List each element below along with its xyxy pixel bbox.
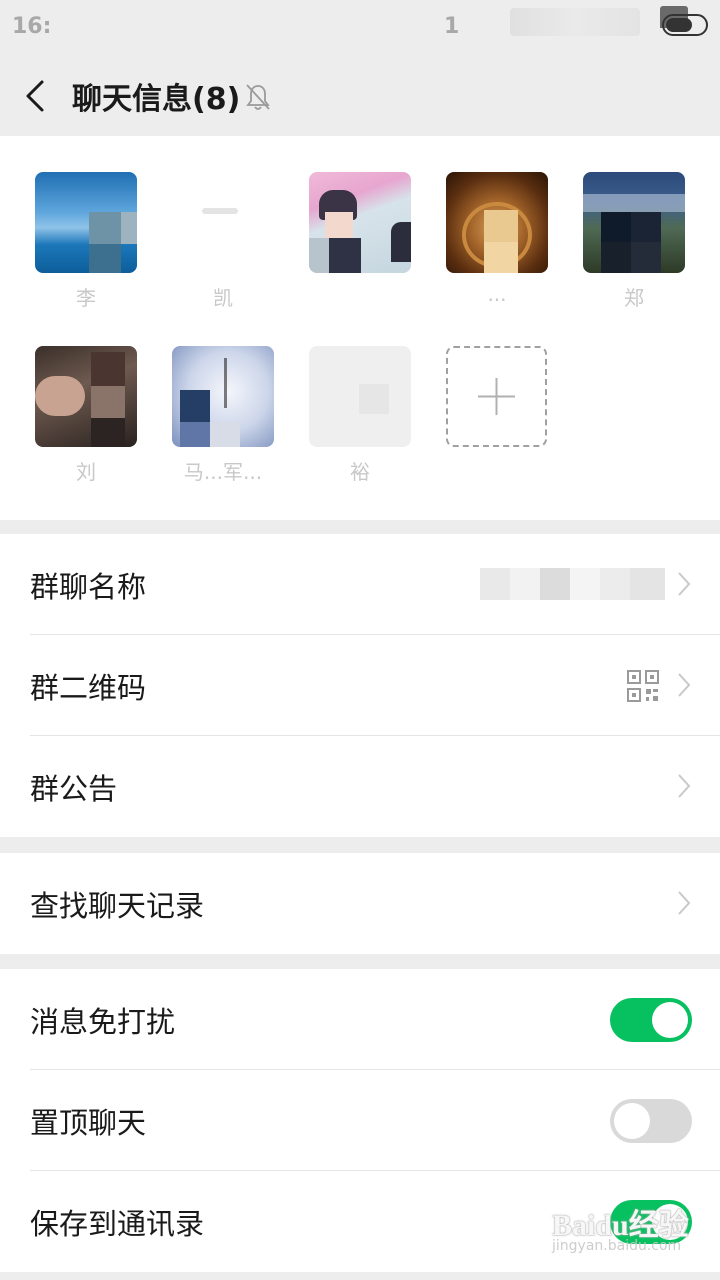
qr-code-icon [627, 670, 659, 702]
member-item[interactable]: 李 [35, 172, 137, 312]
sticky-toggle[interactable] [610, 1099, 692, 1143]
status-indicator: 1 [444, 14, 460, 39]
mute-bell-icon [246, 84, 270, 110]
baidu-watermark: Baidu经验 jingyan.baidu.com [552, 1196, 692, 1266]
watermark-url: jingyan.baidu.com [552, 1238, 682, 1254]
member-item[interactable]: 刘 [35, 346, 137, 486]
add-member-button[interactable] [446, 346, 547, 447]
member-item[interactable]: 凯 [172, 172, 274, 312]
nav-bar: 聊天信息(8) [0, 56, 720, 136]
member-avatar [172, 346, 274, 447]
group-notice-label: 群公告 [30, 772, 118, 806]
member-item[interactable]: 裕 [309, 346, 411, 486]
chevron-right-icon [678, 774, 691, 798]
member-item[interactable] [309, 172, 411, 312]
member-item[interactable]: ... [446, 172, 548, 312]
battery-icon [662, 14, 708, 36]
mute-row: 消息免打扰 [0, 969, 720, 1070]
member-avatar [172, 172, 274, 273]
member-name: 马...军... [183, 460, 263, 484]
group-info-section: 群聊名称 群二维码 群公告 [0, 534, 720, 837]
search-history-label: 查找聊天记录 [30, 889, 205, 923]
member-avatar [583, 172, 685, 273]
member-name: 凯 [213, 286, 233, 310]
member-avatar [35, 346, 137, 447]
member-avatar [309, 172, 411, 273]
member-name: ... [487, 282, 507, 306]
chevron-right-icon [678, 673, 691, 697]
mute-label: 消息免打扰 [30, 1005, 176, 1039]
mute-toggle[interactable] [610, 998, 692, 1042]
chevron-right-icon [678, 572, 691, 596]
search-history-row[interactable]: 查找聊天记录 [0, 853, 720, 954]
status-bar: 16: 1 [0, 0, 720, 56]
status-time: 16: [12, 14, 52, 39]
member-name: 李 [76, 286, 96, 310]
member-grid: 李 凯 ... 郑 刘 马...军... 裕 [0, 136, 720, 520]
group-notice-row[interactable]: 群公告 [0, 736, 720, 837]
group-name-label: 群聊名称 [30, 570, 147, 604]
member-avatar [446, 172, 548, 273]
save-contacts-label: 保存到通讯录 [30, 1207, 205, 1241]
sticky-row: 置顶聊天 [0, 1070, 720, 1171]
group-name-value-blurred [480, 568, 665, 600]
member-item[interactable]: 马...军... [172, 346, 274, 486]
member-avatar [35, 172, 137, 273]
member-name: 裕 [350, 460, 370, 484]
group-name-row[interactable]: 群聊名称 [0, 534, 720, 635]
status-icons-blurred [510, 8, 640, 36]
plus-icon [478, 378, 515, 415]
group-qr-label: 群二维码 [30, 671, 147, 705]
back-arrow-icon[interactable] [22, 76, 52, 116]
sticky-label: 置顶聊天 [30, 1106, 147, 1140]
search-section: 查找聊天记录 [0, 853, 720, 954]
chevron-right-icon [678, 891, 691, 915]
group-qr-row[interactable]: 群二维码 [0, 635, 720, 736]
page-title: 聊天信息(8) [72, 82, 241, 117]
member-name: 刘 [76, 460, 96, 484]
member-item[interactable]: 郑 [583, 172, 685, 312]
member-name: 郑 [624, 286, 644, 310]
member-avatar [309, 346, 411, 447]
